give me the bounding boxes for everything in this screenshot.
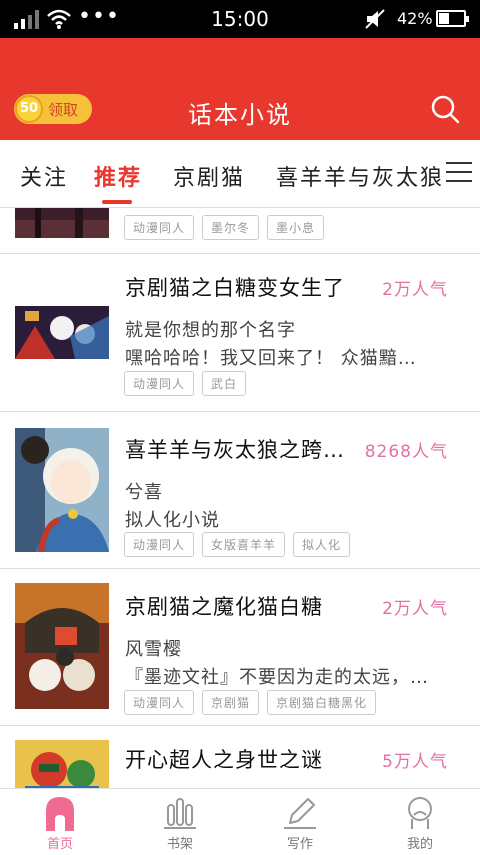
story-description: 嘿哈哈哈！我又回来了！ 众猫黯… — [125, 348, 417, 369]
tag[interactable]: 动漫同人 — [124, 215, 195, 240]
tag[interactable]: 墨小息 — [267, 215, 325, 240]
tag[interactable]: 女版喜羊羊 — [202, 532, 286, 557]
story-cover — [15, 583, 109, 709]
story-cover — [15, 740, 109, 788]
nav-label: 书架 — [166, 837, 193, 852]
list-item[interactable]: 京剧猫之魔化猫白糖 2万人气 风雪樱 『墨迹文社』不要因为走的太远，… 动漫同人… — [0, 569, 480, 726]
nav-bookshelf[interactable]: 书架 — [120, 789, 240, 855]
nav-label: 首页 — [46, 837, 73, 852]
story-feed[interactable]: 动漫同人 墨尔冬 墨小息 京剧猫之白糖变女生了 2万人气 就是你想的那个名字 嘿… — [0, 208, 480, 788]
bookshelf-icon — [164, 798, 196, 829]
author-name[interactable]: 兮喜 — [125, 478, 163, 504]
menu-icon[interactable] — [446, 162, 472, 184]
bottom-nav: 首页 书架 写作 我的 — [0, 788, 480, 854]
list-item[interactable]: 京剧猫之白糖变女生了 2万人气 就是你想的那个名字 嘿哈哈哈！我又回来了！ 众猫… — [0, 254, 480, 412]
story-title[interactable]: 喜羊羊与灰太狼之跨… — [125, 434, 345, 464]
tab-follow[interactable]: 关注 — [20, 160, 68, 192]
nav-home[interactable]: 首页 — [0, 789, 120, 855]
active-tab-indicator — [102, 200, 132, 204]
tag[interactable]: 墨尔冬 — [202, 215, 260, 240]
profile-icon — [408, 797, 432, 829]
nav-profile[interactable]: 我的 — [360, 789, 480, 855]
story-title[interactable]: 开心超人之身世之谜 — [125, 744, 323, 774]
nav-label: 我的 — [406, 837, 433, 852]
tag[interactable]: 动漫同人 — [124, 371, 195, 396]
popularity: 2万人气 — [382, 280, 448, 300]
tag[interactable]: 武白 — [202, 371, 247, 396]
popularity: 2万人气 — [382, 599, 448, 619]
app-title: 话本小说 — [188, 101, 292, 129]
story-title[interactable]: 京剧猫之魔化猫白糖 — [125, 591, 323, 621]
story-description: 拟人化小说 — [125, 510, 220, 531]
battery-percent: 42% — [397, 9, 433, 28]
story-cover — [15, 428, 109, 552]
story-cover — [15, 306, 109, 359]
story-cover — [15, 208, 109, 238]
list-item[interactable]: 喜羊羊与灰太狼之跨… 8268人气 兮喜 拟人化小说 动漫同人 女版喜羊羊 拟人… — [0, 412, 480, 569]
category-tabs: 关注 推荐 京剧猫 喜羊羊与灰太狼 — [0, 140, 480, 208]
author-name[interactable]: 就是你想的那个名字 — [125, 316, 296, 342]
tab-xiyangyang[interactable]: 喜羊羊与灰太狼 — [276, 160, 444, 192]
list-item[interactable]: 动漫同人 墨尔冬 墨小息 — [0, 208, 480, 254]
story-description: 『墨迹文社』不要因为走的太远，… — [125, 667, 429, 688]
story-title[interactable]: 京剧猫之白糖变女生了 — [125, 272, 345, 302]
popularity: 5万人气 — [382, 752, 448, 772]
popularity: 8268人气 — [364, 442, 448, 462]
battery-icon — [436, 10, 469, 27]
author-name[interactable]: 风雪樱 — [125, 635, 182, 661]
tag[interactable]: 动漫同人 — [124, 690, 195, 715]
mute-icon — [365, 9, 385, 29]
tag[interactable]: 动漫同人 — [124, 532, 195, 557]
tag-list: 动漫同人 京剧猫 京剧猫白糖黑化 — [124, 690, 377, 715]
search-icon[interactable] — [430, 94, 460, 124]
tag-list: 动漫同人 女版喜羊羊 拟人化 — [124, 532, 351, 557]
tag[interactable]: 拟人化 — [293, 532, 351, 557]
home-icon — [46, 797, 74, 831]
tab-jingjumao[interactable]: 京剧猫 — [173, 160, 245, 192]
tag-list: 动漫同人 墨尔冬 墨小息 — [124, 215, 325, 240]
tag[interactable]: 京剧猫 — [202, 690, 260, 715]
nav-label: 写作 — [286, 837, 313, 852]
pencil-icon — [284, 798, 316, 829]
list-item[interactable]: 开心超人之身世之谜 5万人气 — [0, 726, 480, 788]
tag-list: 动漫同人 武白 — [124, 371, 247, 396]
tag[interactable]: 京剧猫白糖黑化 — [267, 690, 377, 715]
status-bar: ••• 15:00 42% — [0, 0, 480, 38]
tab-recommend[interactable]: 推荐 — [94, 160, 142, 192]
nav-write[interactable]: 写作 — [240, 789, 360, 855]
